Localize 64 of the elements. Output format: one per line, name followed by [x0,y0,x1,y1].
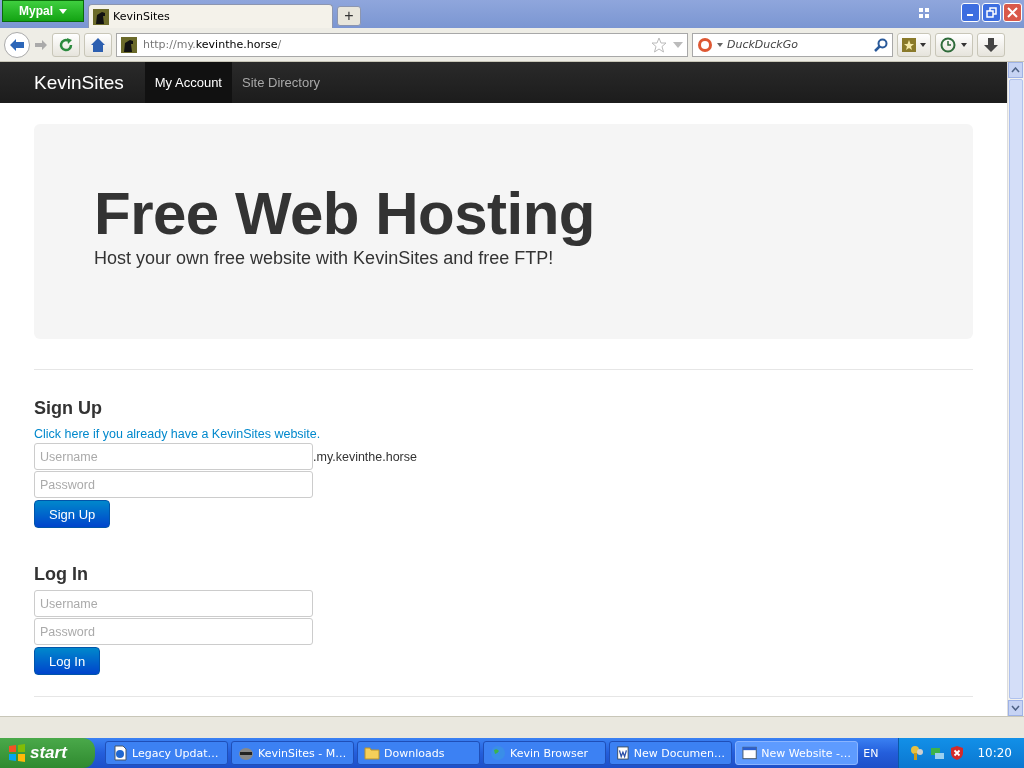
document-icon [112,745,128,761]
browser-tab[interactable]: KevinSites [88,4,333,28]
scroll-up-button[interactable] [1008,62,1023,78]
scroll-down-button[interactable] [1008,700,1023,716]
log-in-button[interactable]: Log In [34,647,101,675]
hero-subtitle: Host your own free website with KevinSites and free FTP! [94,248,555,269]
taskbar-item[interactable]: Legacy Updat… [105,741,228,765]
reload-icon [58,36,74,53]
up-caret-icon [1011,67,1020,73]
favicon-icon [93,8,109,25]
minimize-button[interactable] [961,3,980,22]
taskbar-item[interactable]: KevinSites - M… [231,741,354,765]
history-button[interactable] [935,32,973,57]
back-button[interactable] [4,31,30,58]
home-button[interactable] [84,32,112,57]
bookmarks-button[interactable] [897,32,931,57]
hero-title: Free Web Hosting [94,182,596,246]
section-heading: Sign Up [34,398,103,418]
close-button[interactable] [1003,3,1022,22]
login-link[interactable]: Click here if you already have a KevinSites website. [34,427,321,441]
restore-button[interactable] [982,3,1001,22]
down-caret-icon [1011,705,1020,711]
nav-link[interactable]: Site Directory [232,62,330,103]
back-arrow-icon [9,37,25,52]
reload-button[interactable] [52,32,80,57]
folder-icon [364,745,380,761]
nav-link[interactable]: My Account [144,62,232,103]
globe-icon [490,745,506,761]
search-icon[interactable] [874,37,888,52]
taskbar-item[interactable]: Downloads [357,741,480,765]
dropdown-icon[interactable] [717,42,723,47]
section-heading: Log In [34,564,89,584]
address-bar[interactable]: http://my.kevinthe.horse/ [116,32,688,57]
start-button[interactable]: start [0,738,95,768]
search-bar[interactable]: DuckDuckGo [692,32,893,57]
grid-icon[interactable] [919,7,929,18]
site-brand[interactable]: KevinSites [34,62,124,103]
windows-logo-icon [8,744,26,762]
download-button[interactable] [977,32,1005,57]
window-icon [742,745,758,761]
home-icon [90,36,106,53]
password-field[interactable]: Password [34,618,313,645]
network-icon[interactable] [929,745,946,761]
restore-icon [986,7,997,18]
keys-icon[interactable] [909,745,926,761]
site-icon [121,36,137,53]
domain-suffix: .my.kevinthe.horse [313,450,417,464]
taskbar-item[interactable]: New Documen… [609,741,732,765]
word-document-icon [616,745,630,761]
shield-icon[interactable] [949,745,966,761]
bookmarks-star-icon [901,36,927,53]
username-field[interactable]: Username [34,590,313,617]
password-field[interactable]: Password [34,471,313,498]
clock: 10:20 [977,746,1012,760]
scrollbar-thumb[interactable] [1009,79,1023,699]
language-indicator[interactable]: EN [863,746,879,760]
taskbar-item[interactable]: Kevin Browser [483,741,606,765]
clock-icon [939,36,969,53]
close-icon [1007,7,1018,18]
bookmark-star-icon[interactable] [651,36,667,53]
sign-up-button[interactable]: Sign Up [34,500,111,528]
username-field[interactable]: Username [34,443,313,470]
download-arrow-icon [983,36,999,53]
new-tab-button[interactable]: + [337,6,361,26]
